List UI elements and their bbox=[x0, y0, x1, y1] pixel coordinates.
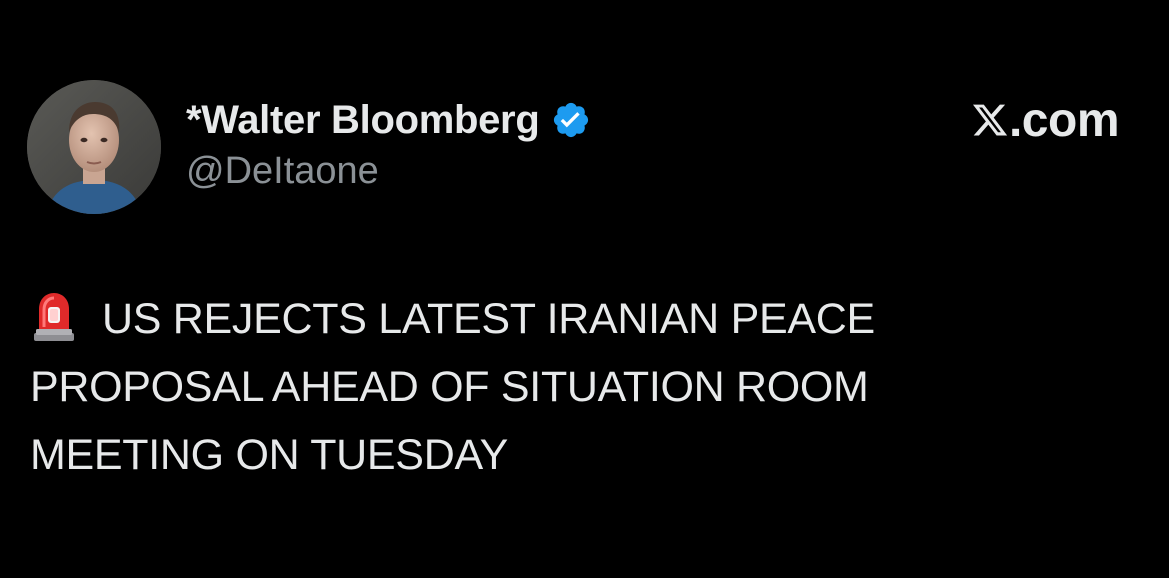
author-block: *Walter Bloomberg @DeItaone bbox=[186, 96, 591, 193]
tweet-line-1-text: US REJECTS LATEST IRANIAN PEACE bbox=[102, 295, 875, 343]
tweet-text: US REJECTS LATEST IRANIAN PEACE PROPOSAL… bbox=[30, 285, 1130, 489]
tweet-line-2: PROPOSAL AHEAD OF SITUATION ROOM bbox=[30, 363, 869, 411]
tweet-card: *Walter Bloomberg @DeItaone .com US REJE… bbox=[0, 0, 1169, 578]
tweet-line-1: US REJECTS LATEST IRANIAN PEACE bbox=[30, 285, 1130, 353]
tweet-line-3: MEETING ON TUESDAY bbox=[30, 431, 509, 479]
brand-watermark: .com bbox=[971, 92, 1120, 148]
display-name[interactable]: *Walter Bloomberg bbox=[186, 98, 540, 143]
avatar[interactable] bbox=[27, 80, 161, 214]
siren-icon bbox=[30, 289, 78, 343]
avatar-photo bbox=[27, 80, 161, 214]
name-row: *Walter Bloomberg bbox=[186, 96, 591, 144]
handle[interactable]: @DeItaone bbox=[186, 150, 591, 193]
brand-text: .com bbox=[1008, 93, 1120, 147]
x-logo-icon bbox=[971, 101, 1009, 139]
verified-badge-icon bbox=[551, 100, 591, 140]
